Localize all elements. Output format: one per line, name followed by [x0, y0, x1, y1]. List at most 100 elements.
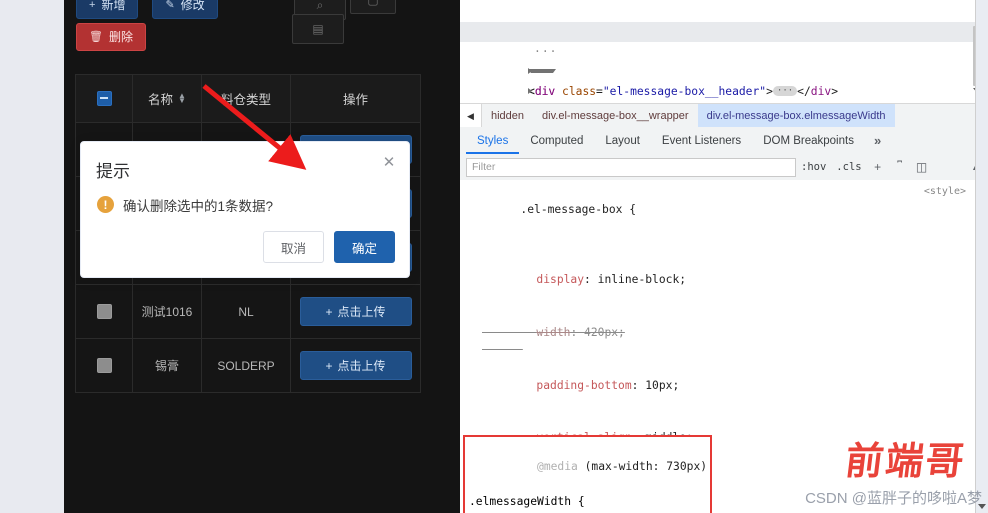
cancel-button[interactable]: 取消	[262, 231, 324, 263]
declaration-value[interactable]: 420px;	[584, 326, 625, 339]
plus-icon: +	[89, 0, 96, 11]
row-type: NL	[202, 285, 291, 338]
sidebar-icon[interactable]: ◫	[911, 160, 933, 174]
plus-icon[interactable]: +	[867, 160, 889, 174]
breadcrumb-item-wrapper[interactable]: div.el-message-box__wrapper	[533, 104, 698, 128]
row-action: + 点击上传	[291, 285, 420, 338]
declaration[interactable]: padding-bottom: 10px;	[460, 359, 988, 412]
devtools-panel: ··· <div class="el-message-box elmessage…	[460, 0, 988, 513]
row-name: 锡膏	[133, 339, 202, 392]
dialog-content: ! 确认删除选中的1条数据?	[81, 192, 409, 231]
upload-button-label: 点击上传	[337, 359, 386, 373]
declaration-value[interactable]: inline-block;	[598, 273, 686, 286]
declaration-prop[interactable]: width	[536, 326, 570, 339]
column-header-type: 料仓类型	[202, 75, 291, 122]
upload-button[interactable]: + 点击上传	[299, 297, 412, 326]
table-row[interactable]: 锡膏 SOLDERP + 点击上传	[75, 339, 421, 393]
tab-styles[interactable]: Styles	[466, 127, 519, 154]
search-icon: ⌕	[316, 0, 324, 12]
dom-line-partial	[460, 2, 988, 22]
add-button-label: 新增	[101, 0, 126, 12]
breadcrumb-item-hidden[interactable]: hidden	[482, 104, 533, 128]
table-header-row: 名称 ▲ ▼ 料仓类型 操作	[75, 74, 421, 123]
styles-toolbar: Filter :hov .cls + ⎴ ◫ ▲	[460, 154, 988, 181]
tab-dom-breakpoints[interactable]: DOM Breakpoints	[752, 127, 865, 154]
column-header-action: 操作	[291, 75, 420, 122]
dom-ellipsis-menu[interactable]: ···	[528, 45, 557, 58]
devtools-right-rail	[975, 0, 988, 513]
declaration-value[interactable]: 10px;	[645, 379, 679, 392]
declaration[interactable]: width: 420px;	[460, 306, 988, 359]
refresh-icon: ▢	[367, 0, 379, 7]
collapsed-content-icon[interactable]: ···	[772, 86, 798, 96]
dialog-title: 提示	[96, 162, 130, 181]
row-checkbox[interactable]	[96, 358, 112, 373]
dialog-message: 确认删除选中的1条数据?	[123, 199, 274, 214]
plus-icon: +	[325, 358, 333, 373]
table-row[interactable]: 测试1016 NL + 点击上传	[75, 285, 421, 339]
devtools-tabs: Styles Computed Layout Event Listeners D…	[460, 127, 988, 155]
breadcrumb: ◀ hidden div.el-message-box__wrapper div…	[460, 103, 988, 129]
delete-button[interactable]: 🗑 删除	[76, 23, 146, 51]
row-select-cell[interactable]	[76, 339, 133, 392]
sort-icon[interactable]: ▲ ▼	[178, 91, 186, 104]
media-condition: (max-width: 730px)	[577, 459, 708, 473]
confirm-dialog: 提示 ✕ ! 确认删除选中的1条数据? 取消 确定	[80, 141, 410, 278]
row-checkbox[interactable]	[96, 304, 112, 319]
watermark-calligraphy: 前端哥	[842, 439, 969, 483]
breadcrumb-prev-icon[interactable]: ◀	[460, 104, 482, 128]
chevron-right-icon[interactable]	[528, 68, 594, 74]
rule-selector[interactable]: .el-message-box { <style>	[460, 183, 988, 253]
tab-layout[interactable]: Layout	[594, 127, 651, 154]
column-header-type-label: 料仓类型	[220, 93, 271, 107]
paintbrush-icon[interactable]: ⎴	[889, 160, 911, 175]
row-select-cell[interactable]	[76, 285, 133, 338]
row-type: SOLDERP	[202, 339, 291, 392]
column-header-action-label: 操作	[342, 93, 368, 107]
media-at-rule[interactable]: @media (max-width: 730px)	[465, 440, 710, 493]
media-rule-highlight: @media (max-width: 730px) .elmessageWidt…	[463, 435, 712, 513]
declaration-prop[interactable]: padding-bottom	[536, 379, 631, 392]
plus-icon: +	[325, 304, 333, 319]
confirm-button[interactable]: 确定	[333, 231, 395, 263]
dialog-buttons: 取消 确定	[81, 231, 409, 277]
tab-event-listeners[interactable]: Event Listeners	[651, 127, 752, 154]
media-selector[interactable]: .elmessageWidth {	[465, 493, 710, 511]
edit-button-label: 修改	[180, 0, 205, 12]
delete-button-label: 删除	[108, 30, 133, 44]
upload-button[interactable]: + 点击上传	[299, 351, 412, 380]
hov-toggle[interactable]: :hov	[796, 161, 831, 173]
declaration-prop[interactable]: display	[536, 273, 584, 286]
tab-computed[interactable]: Computed	[519, 127, 594, 154]
more-tabs-icon[interactable]: »	[865, 133, 890, 148]
breadcrumb-item-messagebox[interactable]: div.el-message-box.elmessageWidth	[697, 104, 895, 128]
add-button[interactable]: + 新增	[76, 0, 139, 19]
close-icon[interactable]: ✕	[381, 155, 397, 171]
column-header-name[interactable]: 名称 ▲ ▼	[133, 75, 202, 122]
row-action: + 点击上传	[291, 339, 420, 392]
filter-input[interactable]: Filter	[466, 157, 796, 177]
columns-icon: ▤	[312, 22, 324, 36]
pencil-icon: ✎	[165, 0, 175, 11]
warning-icon: !	[97, 196, 114, 213]
upload-button-label: 点击上传	[337, 305, 386, 319]
rule-origin[interactable]: <style>	[924, 183, 966, 201]
rule-selector-text: .el-message-box {	[520, 202, 637, 216]
cls-toggle[interactable]: .cls	[831, 161, 866, 173]
refresh-icon-button[interactable]: ▢	[350, 0, 396, 14]
trash-icon: 🗑	[89, 30, 103, 43]
dom-line-selected[interactable]: ··· <div class="el-message-box elmessage…	[460, 22, 988, 98]
watermark-credit: CSDN @蓝胖子的哆啦A梦	[805, 490, 982, 507]
edit-button[interactable]: ✎ 修改	[152, 0, 218, 19]
chevron-right-icon[interactable]	[528, 88, 594, 94]
column-header-name-label: 名称	[148, 93, 174, 107]
dom-tree: ··· <div class="el-message-box elmessage…	[460, 0, 988, 103]
action-toolbar: + 新增 ✎ 修改	[76, 0, 218, 19]
screen: + 新增 ✎ 修改 🗑 删除 ⌕ ▢ ▤ 名称 ▲ ▼ 料仓类型 操作 测试10…	[0, 0, 988, 513]
declaration[interactable]: display: inline-block;	[460, 253, 988, 306]
row-name: 测试1016	[133, 285, 202, 338]
columns-icon-button[interactable]: ▤	[292, 14, 344, 44]
delete-toolbar: 🗑 删除	[76, 23, 146, 51]
select-all-cell[interactable]	[76, 75, 133, 122]
select-all-checkbox[interactable]	[96, 91, 112, 106]
